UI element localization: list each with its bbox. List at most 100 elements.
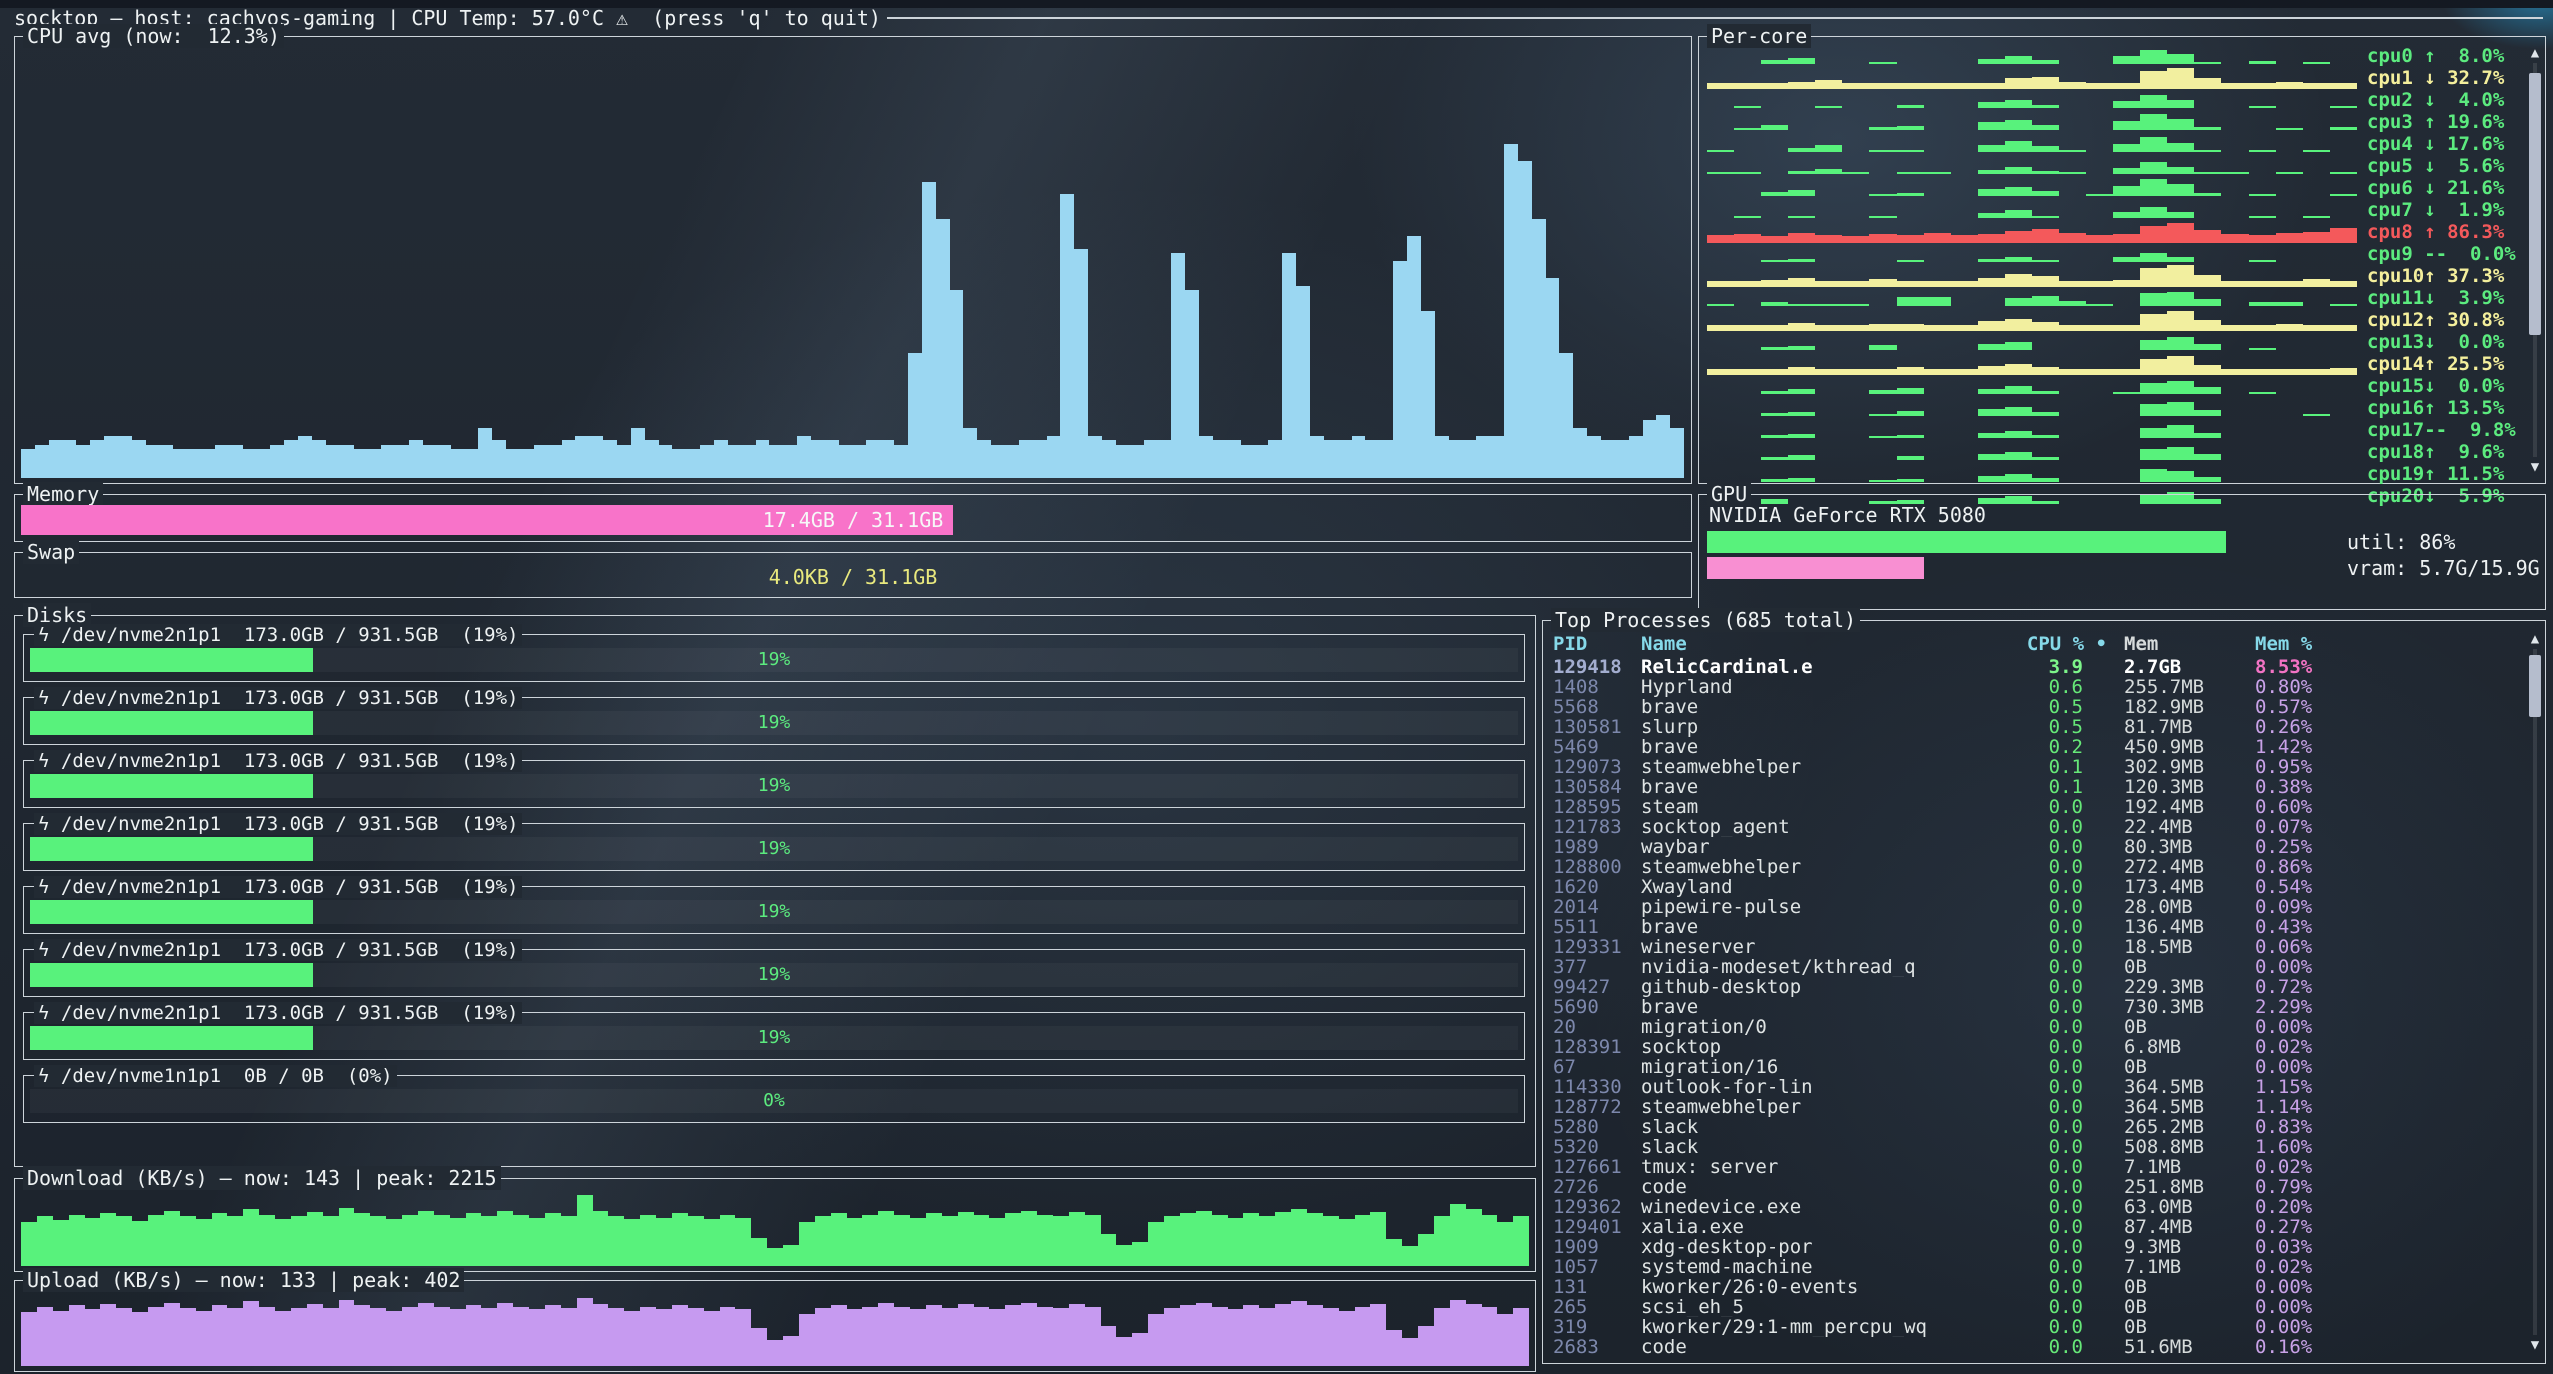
chart-bar (2032, 276, 2059, 284)
chart-bar (1951, 325, 1978, 328)
chart-bar (104, 436, 118, 478)
process-mem: 173.4MB (2107, 877, 2255, 897)
chart-bar (2249, 83, 2276, 86)
chart-bar (275, 1219, 291, 1266)
chart-bar (2005, 141, 2032, 152)
chart-bar (2276, 281, 2303, 284)
disk-label: /dev/nvme2n1p1 173.0GB / 931.5GB (19%) (49, 939, 518, 961)
process-mem-percent: 1.14% (2255, 1097, 2521, 1117)
chart-bar (196, 1311, 212, 1366)
scrollbar-track[interactable] (2533, 649, 2537, 1335)
core-label: cpu4 ↓ 17.6% (2367, 133, 2519, 155)
process-name: pipewire-pulse (1641, 897, 1981, 917)
disk-icon: ϟ (38, 687, 49, 709)
chart-bar (910, 1218, 926, 1266)
chart-bar (989, 1309, 1005, 1366)
chart-bar (1734, 216, 1761, 218)
scroll-down-icon[interactable]: ▼ (2528, 459, 2542, 475)
chart-bar (831, 1213, 847, 1266)
chart-bar (1761, 280, 1788, 284)
process-name: brave (1641, 737, 1981, 757)
process-cpu: 0.0 (1981, 1117, 2107, 1137)
chart-bar (1164, 1308, 1180, 1366)
chart-bar (2194, 454, 2221, 460)
chart-bar (1707, 83, 1734, 86)
chart-bar (1434, 1216, 1450, 1266)
process-cpu: 0.0 (1981, 1057, 2107, 1077)
chart-bar (942, 1308, 958, 1366)
scrollbar-thumb[interactable] (2529, 73, 2541, 335)
chart-bar (466, 1213, 482, 1266)
disk-icon: ϟ (38, 624, 49, 646)
process-cpu: 0.0 (1981, 1257, 2107, 1277)
per-core-scrollbar[interactable]: ▲ ▼ (2528, 45, 2542, 475)
chart-bar (561, 1216, 577, 1266)
scroll-up-icon[interactable]: ▲ (2528, 45, 2542, 61)
chart-bar (1761, 347, 1788, 350)
chart-bar (2303, 325, 2330, 328)
chart-bar (187, 449, 201, 478)
process-cpu: 0.0 (1981, 1017, 2107, 1037)
process-mem: 508.8MB (2107, 1137, 2255, 1157)
chart-bar (270, 445, 284, 478)
disk-gauge-label: 19% (30, 774, 1518, 798)
disk-label: /dev/nvme2n1p1 173.0GB / 931.5GB (19%) (49, 1002, 518, 1024)
chart-bar (497, 1303, 513, 1366)
core-row: cpu6 ↓ 21.6% (1707, 177, 2519, 199)
chart-bar (1291, 1301, 1307, 1366)
processes-scrollbar[interactable]: ▲ ▼ (2528, 631, 2542, 1353)
process-mem: 0B (2107, 1297, 2255, 1317)
chart-bar (577, 1298, 593, 1366)
chart-bar (1815, 304, 1842, 307)
chart-bar (1005, 1305, 1021, 1366)
chart-bar (2276, 128, 2303, 131)
process-row: 130581slurp0.581.7MB0.26% (1553, 717, 2521, 737)
core-row: cpu3 ↑ 19.6% (1707, 111, 2519, 133)
chart-bar (1788, 190, 1815, 196)
chart-bar (173, 449, 187, 478)
process-name: github-desktop (1641, 977, 1981, 997)
chart-bar (2005, 210, 2032, 218)
chart-bar (132, 440, 146, 478)
process-row: 128595steam0.0192.4MB0.60% (1553, 797, 2521, 817)
cpu-avg-panel: CPU avg (now: 12.3%) (14, 36, 1692, 484)
chart-bar (1310, 436, 1324, 478)
process-mem-percent: 1.60% (2255, 1137, 2521, 1157)
chart-bar (1466, 1304, 1482, 1366)
process-mem: 450.9MB (2107, 737, 2255, 757)
chart-bar (1869, 194, 1896, 197)
memory-gauge-label: 17.4GB / 31.1GB (21, 505, 1685, 535)
chart-bar (53, 1311, 69, 1366)
process-row: 99427github-desktop0.0229.3MB0.72% (1553, 977, 2521, 997)
chart-bar (2086, 235, 2113, 240)
chart-bar (926, 1305, 942, 1366)
chart-bar (53, 1220, 69, 1266)
chart-bar (148, 1307, 164, 1366)
chart-bar (2330, 281, 2357, 284)
process-cpu: 0.0 (1981, 1137, 2107, 1157)
disk-icon: ϟ (38, 1065, 49, 1087)
process-pid: 5469 (1553, 737, 1641, 757)
chart-bar (2032, 391, 2059, 394)
scrollbar-thumb[interactable] (2529, 655, 2541, 717)
chart-bar (1897, 193, 1924, 196)
chart-bar (1734, 234, 1761, 240)
chart-bar (1518, 161, 1532, 478)
chart-bar (1734, 172, 1761, 174)
chart-bar (958, 1212, 974, 1266)
chart-bar (1449, 440, 1463, 478)
scroll-up-icon[interactable]: ▲ (2528, 631, 2542, 647)
core-sparkline (1707, 375, 2357, 397)
process-cpu: 0.6 (1981, 677, 2107, 697)
process-row: 129331wineserver0.018.5MB0.06% (1553, 937, 2521, 957)
chart-bar (2167, 292, 2194, 306)
chart-bar (1069, 1304, 1085, 1366)
chart-bar (2032, 435, 2059, 438)
chart-bar (307, 1304, 323, 1366)
chart-bar (450, 1309, 466, 1366)
scroll-down-icon[interactable]: ▼ (2528, 1337, 2542, 1353)
col-cpu[interactable]: CPU % • (1981, 633, 2107, 655)
chart-bar (354, 1305, 370, 1366)
chart-bar (1897, 281, 1924, 284)
process-name: winedevice.exe (1641, 1197, 1981, 1217)
